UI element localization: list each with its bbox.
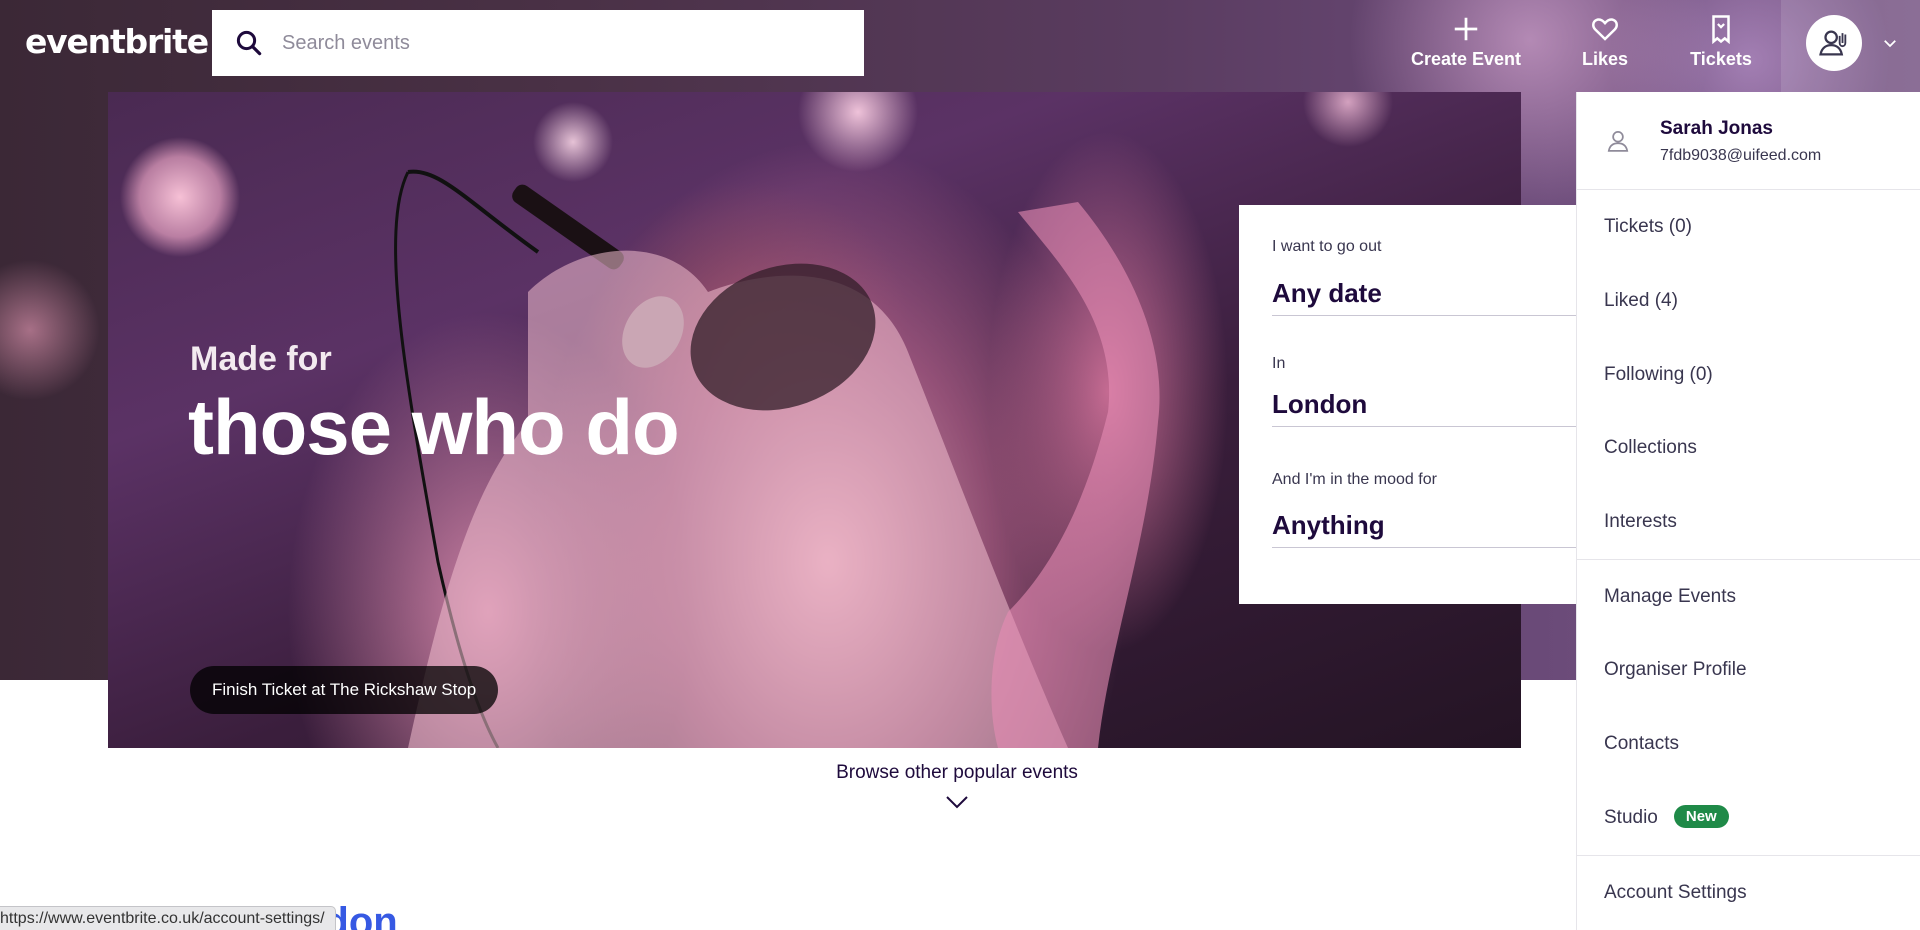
create-event-label: Create Event	[1410, 49, 1522, 69]
menu-divider	[1577, 855, 1920, 856]
likes-label: Likes	[1581, 49, 1629, 69]
avatar[interactable]	[1806, 15, 1862, 71]
user-icon	[1607, 131, 1629, 152]
tickets-button[interactable]: Tickets	[1684, 14, 1758, 70]
menu-item-studio[interactable]: Studio New	[1604, 805, 1729, 829]
location-label: In	[1272, 355, 1286, 372]
menu-item-following[interactable]: Following (0)	[1604, 364, 1713, 386]
location-select[interactable]: London	[1272, 389, 1612, 427]
menu-item-organiser-profile[interactable]: Organiser Profile	[1604, 659, 1747, 681]
menu-divider	[1577, 559, 1920, 560]
menu-item-studio-label: Studio	[1604, 807, 1658, 828]
plus-icon	[1454, 17, 1478, 41]
user-icon	[1819, 30, 1847, 56]
menu-item-collections[interactable]: Collections	[1604, 437, 1697, 459]
hero-title: those who do	[188, 383, 680, 471]
account-dropdown: Sarah Jonas 7fdb9038@uifeed.com Tickets …	[1576, 92, 1920, 930]
eventbrite-logo[interactable]: eventbrite	[25, 22, 209, 61]
account-email: 7fdb9038@uifeed.com	[1660, 147, 1822, 164]
menu-item-contacts[interactable]: Contacts	[1604, 733, 1679, 755]
app: eventbrite Create Event Likes	[0, 0, 1920, 930]
account-menu-toggle[interactable]	[1781, 0, 1920, 92]
account-user-header: Sarah Jonas 7fdb9038@uifeed.com	[1577, 92, 1920, 190]
chevron-down-icon[interactable]	[945, 794, 969, 810]
search-icon	[236, 30, 262, 56]
new-badge: New	[1673, 805, 1729, 828]
create-event-button[interactable]: Create Event	[1410, 14, 1522, 70]
tickets-label: Tickets	[1690, 49, 1752, 69]
status-bar-url: https://www.eventbrite.co.uk/account-set…	[0, 906, 336, 930]
menu-item-manage-events[interactable]: Manage Events	[1604, 586, 1736, 608]
chevron-down-icon	[1884, 40, 1896, 48]
date-select[interactable]: Any date	[1272, 278, 1612, 316]
mood-select[interactable]: Anything	[1272, 510, 1612, 548]
browse-popular-link[interactable]: Browse other popular events	[800, 762, 1114, 784]
hero-subtitle: Made for	[190, 340, 332, 378]
search-bar[interactable]	[212, 10, 864, 76]
mood-label: And I'm in the mood for	[1272, 471, 1437, 488]
hero-caption-link[interactable]: Finish Ticket at The Rickshaw Stop	[190, 666, 499, 714]
menu-item-interests[interactable]: Interests	[1604, 511, 1677, 533]
top-header: eventbrite Create Event Likes	[0, 0, 1920, 92]
heart-icon	[1592, 18, 1618, 41]
date-label: I want to go out	[1272, 238, 1382, 255]
menu-item-account-settings[interactable]: Account Settings	[1604, 882, 1747, 904]
search-input[interactable]	[282, 31, 842, 55]
menu-item-liked[interactable]: Liked (4)	[1604, 290, 1678, 312]
account-name: Sarah Jonas	[1660, 118, 1773, 139]
menu-item-tickets[interactable]: Tickets (0)	[1604, 216, 1692, 238]
likes-button[interactable]: Likes	[1570, 14, 1640, 70]
ticket-icon	[1712, 15, 1730, 44]
